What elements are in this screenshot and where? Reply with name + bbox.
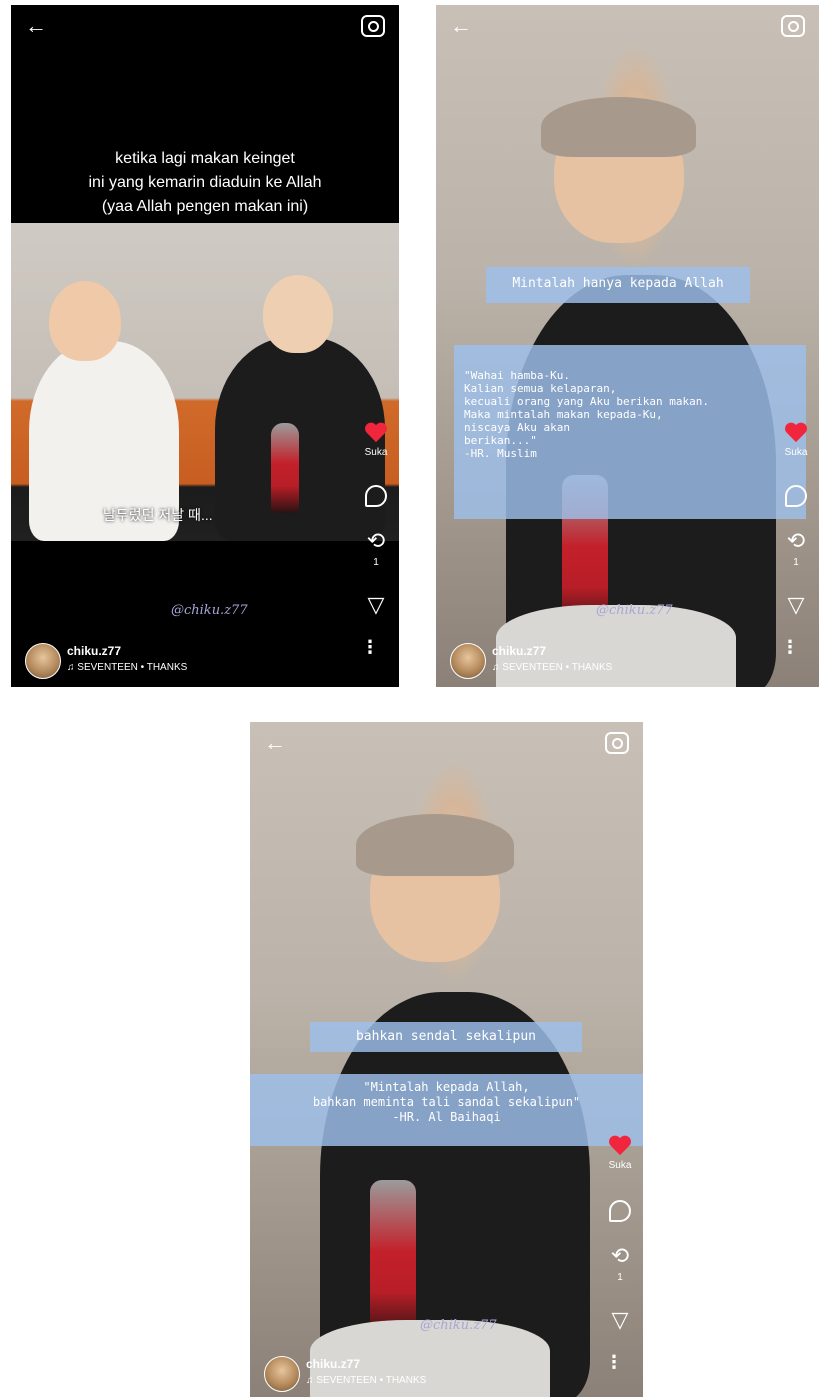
back-arrow-icon[interactable]: ←	[264, 732, 286, 754]
comment-icon[interactable]	[785, 485, 807, 507]
music-label[interactable]: ♫ SEVENTEEN • THANKS	[492, 662, 612, 673]
repost-count: 1	[793, 557, 799, 568]
share-icon[interactable]: ▽	[359, 593, 393, 617]
like-label: Suka	[784, 447, 808, 458]
person-hair	[541, 97, 696, 157]
username[interactable]: chiku.z77	[67, 644, 121, 658]
watermark: @chiku.z77	[596, 603, 673, 618]
video-caption: ketika lagi makan keinget ini yang kemar…	[11, 147, 399, 219]
overlay-heading: Mintalah hanya kepada Allah	[486, 267, 750, 303]
avatar[interactable]	[450, 643, 486, 679]
repost-group[interactable]: ⟲ 1	[779, 529, 813, 569]
cola-bottle	[370, 1180, 416, 1340]
repost-group[interactable]: ⟲ 1	[359, 529, 393, 569]
comment-button[interactable]	[359, 485, 393, 507]
overlay-quote: "Wahai hamba-Ku. Kalian semua kelaparan,…	[454, 345, 806, 519]
watermark: @chiku.z77	[420, 1318, 497, 1333]
repost-icon[interactable]: ⟲	[359, 529, 393, 553]
like-label: Suka	[364, 447, 388, 458]
more-icon[interactable]: ⋮	[605, 1352, 623, 1373]
like-group[interactable]: Suka	[603, 1136, 637, 1171]
camera-icon[interactable]	[781, 15, 805, 37]
caption-line: ketika lagi makan keinget	[115, 150, 295, 167]
repost-icon[interactable]: ⟲	[779, 529, 813, 553]
heart-icon[interactable]	[785, 423, 807, 443]
music-label[interactable]: ♫ SEVENTEEN • THANKS	[67, 662, 187, 673]
music-label[interactable]: ♫ SEVENTEEN • THANKS	[306, 1375, 426, 1386]
repost-icon[interactable]: ⟲	[603, 1244, 637, 1268]
video-frame	[11, 223, 399, 541]
person-right-head	[263, 275, 333, 353]
back-arrow-icon[interactable]: ←	[25, 15, 47, 37]
reel-panel-3: ← bahkan sendal sekalipun "Mintalah kepa…	[250, 722, 643, 1397]
comment-button[interactable]	[779, 485, 813, 507]
avatar[interactable]	[264, 1356, 300, 1392]
reel-panel-1: ← ketika lagi makan keinget ini yang kem…	[11, 5, 399, 687]
share-icon[interactable]: ▽	[779, 593, 813, 617]
video-subtitle: 날두렀던 저날 때...	[103, 507, 213, 523]
username[interactable]: chiku.z77	[492, 644, 546, 658]
caption-line: (yaa Allah pengen makan ini)	[101, 198, 309, 215]
like-label: Suka	[608, 1160, 632, 1171]
more-icon[interactable]: ⋮	[361, 637, 379, 658]
share-button[interactable]: ▽	[779, 593, 813, 617]
avatar[interactable]	[25, 643, 61, 679]
video-frame	[250, 722, 643, 1397]
back-arrow-icon[interactable]: ←	[450, 15, 472, 37]
heart-icon[interactable]	[609, 1136, 631, 1156]
share-button[interactable]: ▽	[603, 1308, 637, 1332]
overlay-heading: bahkan sendal sekalipun	[310, 1022, 582, 1052]
heart-icon[interactable]	[365, 423, 387, 443]
share-icon[interactable]: ▽	[603, 1308, 637, 1332]
like-group[interactable]: Suka	[779, 423, 813, 458]
share-button[interactable]: ▽	[359, 593, 393, 617]
more-icon[interactable]: ⋮	[781, 637, 799, 658]
like-group[interactable]: Suka	[359, 423, 393, 458]
camera-icon[interactable]	[361, 15, 385, 37]
repost-count: 1	[373, 557, 379, 568]
username[interactable]: chiku.z77	[306, 1357, 360, 1371]
person-hair	[356, 814, 514, 876]
comment-icon[interactable]	[365, 485, 387, 507]
repost-group[interactable]: ⟲ 1	[603, 1244, 637, 1284]
overlay-quote: "Mintalah kepada Allah, bahkan meminta t…	[250, 1074, 643, 1146]
caption-line: ini yang kemarin diaduin ke Allah	[88, 174, 322, 191]
comment-icon[interactable]	[609, 1200, 631, 1222]
camera-icon[interactable]	[605, 732, 629, 754]
reel-panel-2: ← Mintalah hanya kepada Allah "Wahai ham…	[436, 5, 819, 687]
repost-count: 1	[617, 1272, 623, 1283]
person-left-head	[49, 281, 121, 361]
comment-button[interactable]	[603, 1200, 637, 1222]
cola-bottle	[271, 423, 299, 513]
watermark: @chiku.z77	[171, 603, 248, 618]
